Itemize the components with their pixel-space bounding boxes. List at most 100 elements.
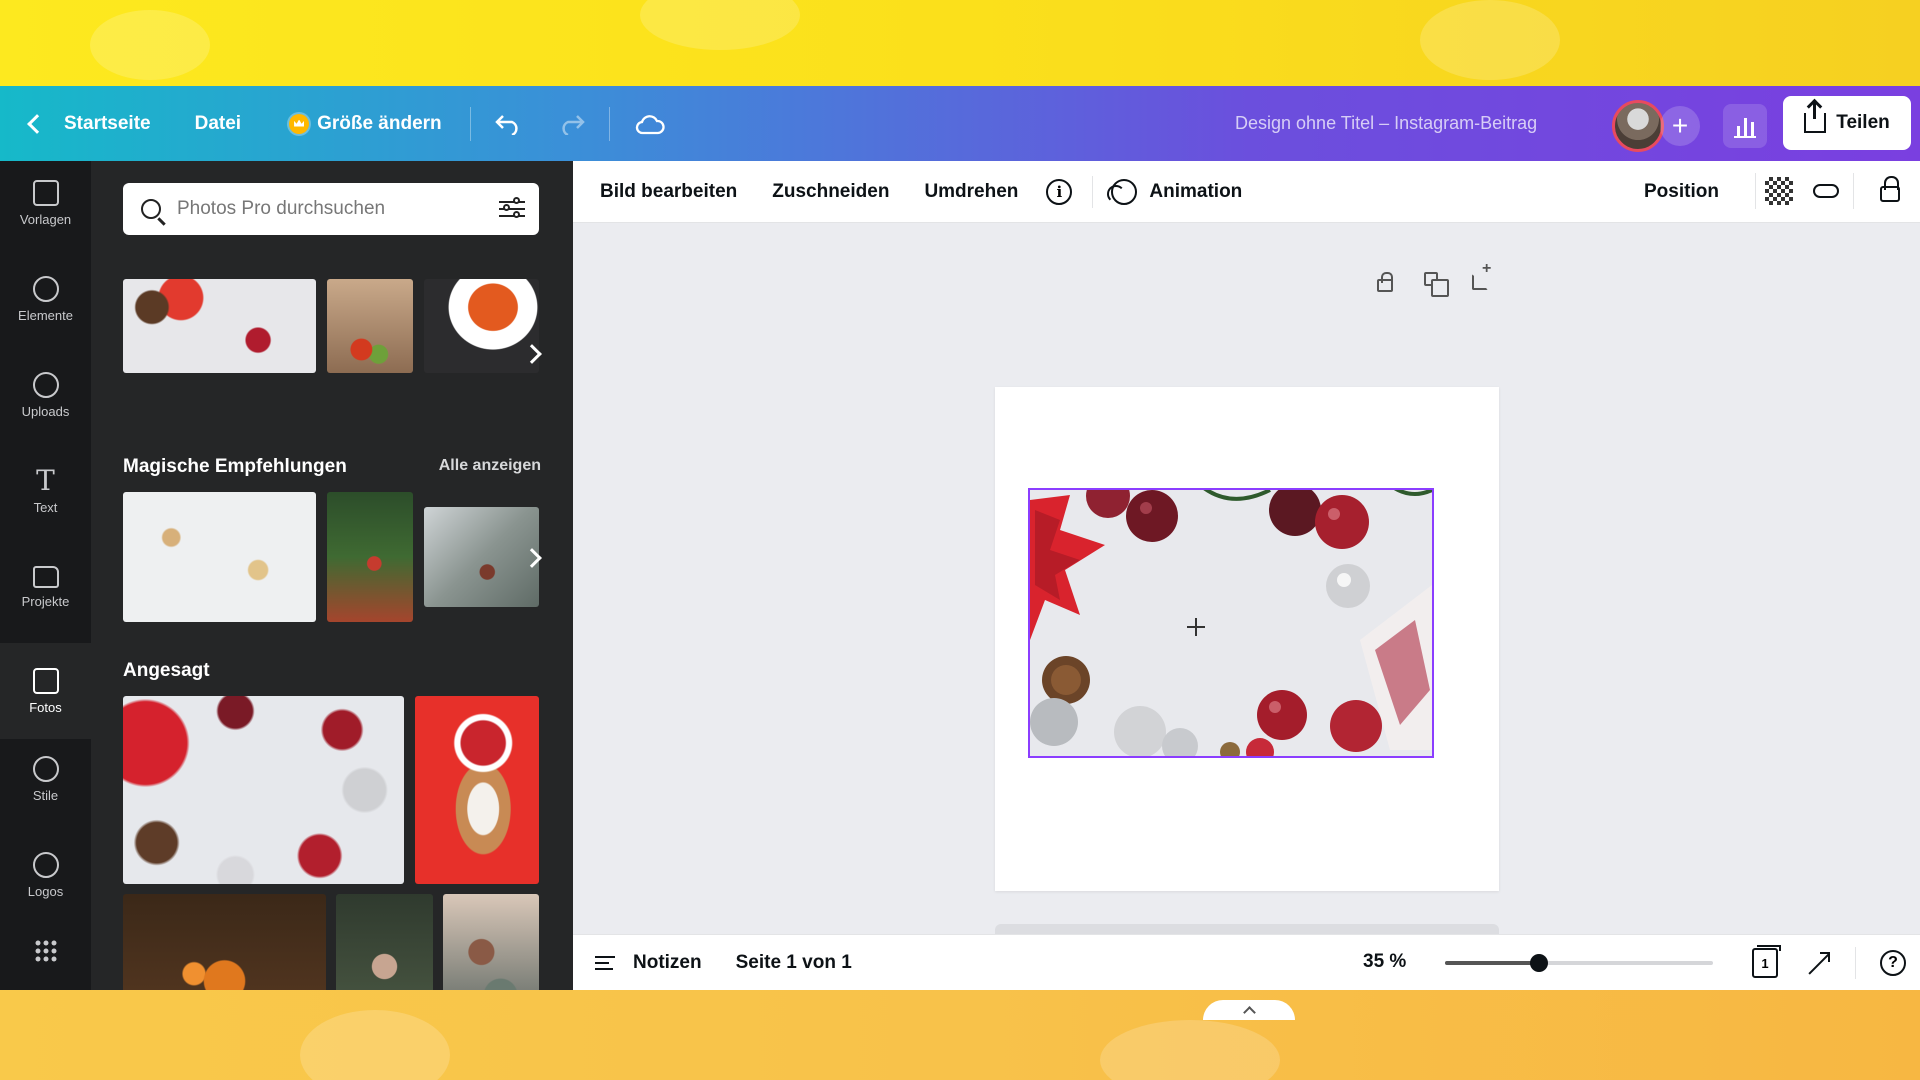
- share-label: Teilen: [1836, 112, 1890, 133]
- rail-item-elements[interactable]: Elemente: [0, 259, 91, 339]
- crown-icon: [289, 113, 310, 134]
- rail-item-uploads[interactable]: Uploads: [0, 355, 91, 435]
- redo-icon[interactable]: [557, 86, 587, 161]
- document-title[interactable]: Design ohne Titel – Instagram-Beitrag: [1235, 86, 1537, 161]
- photo-search-box[interactable]: [123, 183, 539, 235]
- share-button[interactable]: Teilen: [1783, 96, 1911, 150]
- elements-icon: [32, 275, 59, 302]
- help-icon: ?: [1880, 950, 1906, 976]
- page-actions: [1373, 260, 1493, 297]
- photo-thumbnail[interactable]: [336, 894, 433, 990]
- insights-button[interactable]: [1723, 104, 1767, 148]
- edit-image-button[interactable]: Bild bearbeiten: [600, 181, 737, 203]
- filter-sliders-icon[interactable]: [499, 197, 525, 219]
- transparency-icon[interactable]: [1765, 177, 1793, 205]
- add-page-icon[interactable]: [1469, 260, 1493, 293]
- rail-label: Stile: [32, 787, 59, 803]
- desktop-background-bottom: [0, 990, 1920, 1080]
- zoom-slider-fill: [1445, 961, 1539, 965]
- undo-icon[interactable]: [493, 86, 523, 161]
- position-button[interactable]: Position: [1644, 181, 1719, 203]
- crop-button[interactable]: Zuschneiden: [772, 181, 889, 203]
- zoom-slider[interactable]: [1445, 954, 1713, 972]
- lock-page-icon[interactable]: [1373, 269, 1397, 293]
- move-handle-icon[interactable]: [1187, 618, 1205, 636]
- photo-thumbnail[interactable]: [327, 279, 413, 373]
- section-title-trending: Angesagt: [123, 660, 210, 681]
- text-icon: T: [36, 463, 55, 497]
- rail-item-logos[interactable]: Logos: [0, 835, 91, 915]
- see-all-link[interactable]: Alle anzeigen: [439, 457, 541, 475]
- page-grid-button[interactable]: 1: [1745, 945, 1785, 979]
- rail-label: Uploads: [21, 403, 70, 419]
- folder-icon: [32, 565, 59, 588]
- photo-thumbnail[interactable]: [123, 696, 404, 884]
- cloud-save-icon[interactable]: [634, 86, 666, 161]
- home-label: Startseite: [64, 112, 151, 134]
- zoom-level[interactable]: 35 %: [1363, 951, 1406, 973]
- flip-button[interactable]: Umdrehen: [924, 181, 1018, 203]
- canva-editor-window: Startseite Datei Größe ändern Design ohn…: [0, 86, 1920, 1020]
- photo-thumbnail[interactable]: [123, 492, 316, 622]
- photo-search-input[interactable]: [177, 198, 477, 220]
- link-icon[interactable]: [1813, 184, 1839, 198]
- rail-label: Elemente: [18, 307, 73, 323]
- palette-icon: [32, 755, 59, 782]
- photo-thumbnail[interactable]: [424, 279, 539, 373]
- left-nav-rail: Vorlagen Elemente Uploads T Text Projekt…: [0, 161, 91, 990]
- animation-icon: [1107, 178, 1138, 205]
- pages-icon: 1: [1752, 945, 1781, 978]
- rail-label: Vorlagen: [19, 211, 72, 227]
- fullscreen-button[interactable]: [1799, 947, 1839, 979]
- toolbar-divider: [1092, 175, 1094, 208]
- photo-thumbnail[interactable]: [123, 894, 326, 990]
- animation-label: Animation: [1149, 180, 1243, 202]
- apps-grid-icon: [35, 940, 56, 962]
- context-toolbar: Bild bearbeiten Zuschneiden Umdrehen i A…: [573, 161, 1920, 223]
- photo-thumbnail[interactable]: [123, 279, 316, 373]
- expand-icon: [1808, 952, 1830, 974]
- rail-item-apps[interactable]: [0, 921, 91, 981]
- section-title-magic: Magische Empfehlungen: [123, 456, 347, 477]
- christmas-baubles-image: [1030, 490, 1432, 756]
- photo-thumbnail[interactable]: [443, 894, 539, 990]
- upload-cloud-icon: [32, 371, 59, 398]
- rail-label: Text: [33, 499, 58, 515]
- page-indicator: Seite 1 von 1: [735, 951, 852, 973]
- top-header-bar: Startseite Datei Größe ändern Design ohn…: [0, 86, 1920, 161]
- design-page[interactable]: [995, 387, 1499, 891]
- bottom-status-bar: Notizen Seite 1 von 1 35 % 1 ?: [573, 934, 1920, 990]
- toolbar-divider: [1755, 173, 1756, 209]
- zoom-slider-handle[interactable]: [1530, 954, 1548, 972]
- info-icon[interactable]: i: [1046, 178, 1073, 205]
- photo-thumbnail[interactable]: [327, 492, 413, 622]
- lock-icon[interactable]: [1880, 176, 1900, 202]
- photo-thumbnail[interactable]: [415, 696, 539, 884]
- help-button[interactable]: ?: [1873, 947, 1913, 979]
- rail-item-text[interactable]: T Text: [0, 451, 91, 531]
- rail-item-templates[interactable]: Vorlagen: [0, 163, 91, 243]
- add-collaborator-button[interactable]: +: [1660, 106, 1700, 146]
- file-menu-button[interactable]: Datei: [195, 86, 241, 161]
- rail-item-photos[interactable]: Fotos: [0, 643, 91, 739]
- duplicate-page-icon[interactable]: [1421, 269, 1449, 297]
- canvas-workspace: + Seite hinzufügen: [573, 223, 1920, 1020]
- resize-label: Größe ändern: [317, 112, 442, 134]
- animation-button[interactable]: Animation: [1107, 178, 1243, 205]
- rail-label: Fotos: [29, 699, 62, 715]
- rail-item-projects[interactable]: Projekte: [0, 547, 91, 627]
- rail-label: Projekte: [21, 593, 70, 609]
- notes-button[interactable]: Notizen: [595, 952, 702, 974]
- resize-button[interactable]: Größe ändern: [289, 86, 442, 161]
- header-divider: [469, 106, 471, 141]
- rail-item-styles[interactable]: Stile: [0, 739, 91, 819]
- user-avatar[interactable]: [1612, 100, 1664, 152]
- notes-label: Notizen: [633, 951, 702, 973]
- selected-christmas-photo[interactable]: [1028, 488, 1434, 758]
- logo-icon: [32, 851, 59, 878]
- share-upload-icon: [1804, 103, 1827, 133]
- photos-side-panel: Magische Empfehlungen Alle anzeigen Ange…: [91, 161, 573, 990]
- show-pages-toggle[interactable]: [1203, 1000, 1295, 1020]
- footer-divider: [1855, 947, 1856, 979]
- home-button[interactable]: Startseite: [0, 86, 151, 161]
